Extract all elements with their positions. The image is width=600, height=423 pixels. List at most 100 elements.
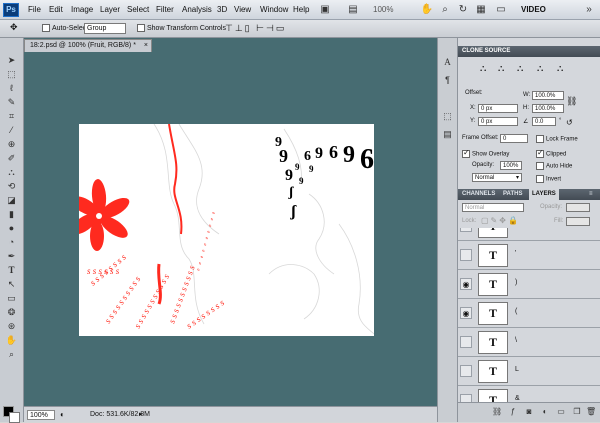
move-tool-icon[interactable]: ✥ xyxy=(10,22,18,33)
height-scale-field[interactable]: 100.0% xyxy=(532,104,564,113)
show-transform-checkbox[interactable] xyxy=(137,24,145,32)
overlay-opacity-field[interactable]: 100% xyxy=(500,161,522,170)
eraser-tool-icon[interactable]: ◪ xyxy=(3,194,20,206)
zoom-icon[interactable]: ⌕ xyxy=(438,3,452,16)
menu-edit[interactable]: Edit xyxy=(49,5,63,14)
clone-source-slot-1-icon[interactable]: ⛬ xyxy=(480,63,486,74)
hand-icon[interactable]: ✋ xyxy=(420,3,434,16)
menu-expand-icon[interactable]: » xyxy=(582,3,596,16)
visibility-toggle[interactable]: ◉ xyxy=(460,307,472,319)
background-color-swatch[interactable] xyxy=(9,412,20,423)
show-overlay-option[interactable]: Show Overlay xyxy=(462,148,509,158)
show-overlay-checkbox[interactable] xyxy=(462,148,470,158)
adjustment-layer-icon[interactable]: ◐ xyxy=(540,407,550,417)
new-group-icon[interactable]: ▭ xyxy=(556,407,566,417)
clipped-option[interactable]: Clipped xyxy=(536,148,566,158)
offset-y-field[interactable]: 0 px xyxy=(478,117,518,126)
bridge-icon[interactable]: ▣ xyxy=(318,3,332,16)
rotate-view-icon[interactable]: ↻ xyxy=(456,3,470,16)
type-tool-icon[interactable]: T xyxy=(3,264,20,276)
zoom-tool-icon[interactable]: ⌕ xyxy=(3,348,20,360)
menu-filter[interactable]: Filter xyxy=(156,5,174,14)
lock-frame-option[interactable]: Lock Frame xyxy=(536,135,578,143)
visibility-toggle[interactable] xyxy=(460,365,472,377)
offset-x-field[interactable]: 0 px xyxy=(478,104,518,113)
brush-tool-icon[interactable]: ✐ xyxy=(3,152,20,164)
arrange-documents-icon[interactable]: ▦ xyxy=(474,3,488,16)
angle-field[interactable]: 0.0 xyxy=(532,117,556,126)
width-scale-field[interactable]: 100.0% xyxy=(532,91,564,100)
layer-row[interactable]: T ' xyxy=(458,241,600,270)
paragraph-panel-icon[interactable]: ¶ xyxy=(441,74,454,87)
delete-layer-icon[interactable]: 🗑 xyxy=(586,407,596,417)
dodge-tool-icon[interactable]: ◔ xyxy=(3,236,20,248)
clone-source-slot-2-icon[interactable]: ⛬ xyxy=(498,63,504,74)
tab-layers[interactable]: LAYERS xyxy=(529,189,559,200)
path-select-icon[interactable]: ↖ xyxy=(3,278,20,290)
tool-presets-icon[interactable]: ⬚ xyxy=(441,110,454,123)
layer-row[interactable]: T xyxy=(458,228,600,241)
history-brush-icon[interactable]: ⟲ xyxy=(3,180,20,192)
layer-row[interactable]: T \ xyxy=(458,328,600,357)
menu-help[interactable]: Help xyxy=(293,5,309,14)
brushes-panel-icon[interactable]: ▤ xyxy=(441,128,454,141)
extras-icon[interactable]: ▤ xyxy=(346,3,360,16)
visibility-toggle[interactable]: ◉ xyxy=(460,278,472,290)
layer-row[interactable]: ◉ T ) xyxy=(458,270,600,299)
visibility-toggle[interactable] xyxy=(460,394,472,402)
layer-mask-icon[interactable]: ◙ xyxy=(524,407,534,417)
move-tool-icon[interactable]: ➤ xyxy=(3,54,20,66)
clone-source-header[interactable]: CLONE SOURCE xyxy=(458,46,600,57)
visibility-toggle[interactable] xyxy=(460,249,472,261)
quick-select-tool-icon[interactable]: ✎ xyxy=(3,96,20,108)
auto-hide-checkbox[interactable] xyxy=(536,162,544,170)
blur-tool-icon[interactable]: ● xyxy=(3,222,20,234)
link-icon[interactable]: ⛓ xyxy=(566,96,577,107)
zoom-field[interactable]: 100% xyxy=(27,410,55,420)
document-tab[interactable]: 18:2.psd @ 100% (Fruit, RGB/8) * × xyxy=(24,39,152,52)
status-menu-arrow-icon[interactable]: ▸ xyxy=(139,410,143,420)
panel-menu-icon[interactable]: ≡ xyxy=(589,189,593,200)
clone-source-slot-4-icon[interactable]: ⛬ xyxy=(537,63,543,74)
visibility-toggle[interactable] xyxy=(460,228,472,232)
tab-channels[interactable]: CHANNELS xyxy=(462,189,495,200)
auto-select-option[interactable]: Auto-Select: xyxy=(42,24,90,32)
link-layers-icon[interactable]: ⛓ xyxy=(492,407,502,417)
healing-brush-icon[interactable]: ⊕ xyxy=(3,138,20,150)
clone-stamp-icon[interactable]: ⛬ xyxy=(3,166,20,178)
shape-tool-icon[interactable]: ▭ xyxy=(3,292,20,304)
marquee-tool-icon[interactable]: ⬚ xyxy=(3,68,20,80)
menu-image[interactable]: Image xyxy=(71,5,93,14)
character-panel-icon[interactable]: A xyxy=(441,56,454,69)
invert-option[interactable]: Invert xyxy=(536,175,561,183)
3d-orbit-icon[interactable]: ⊛ xyxy=(3,320,20,332)
menu-file[interactable]: File xyxy=(28,5,41,14)
zoom-level-select[interactable]: 100% xyxy=(373,5,393,14)
menu-view[interactable]: View xyxy=(234,5,251,14)
3d-rotate-icon[interactable]: ❂ xyxy=(3,306,20,318)
close-tab-icon[interactable]: × xyxy=(144,40,148,52)
auto-hide-option[interactable]: Auto Hide xyxy=(536,162,572,170)
menu-window[interactable]: Window xyxy=(260,5,288,14)
eyedropper-tool-icon[interactable]: ⁄ xyxy=(3,124,20,136)
clipped-checkbox[interactable] xyxy=(536,148,544,158)
layer-opacity-field[interactable] xyxy=(566,203,590,212)
screen-mode-icon[interactable]: ▭ xyxy=(494,3,508,16)
menu-3d[interactable]: 3D xyxy=(217,5,227,14)
layer-fill-field[interactable] xyxy=(566,217,590,226)
tab-paths[interactable]: PATHS xyxy=(503,189,522,200)
layer-style-icon[interactable]: ƒ xyxy=(508,407,518,417)
image-canvas[interactable]: s s s s s s s s s s s s s s s s s s s s … xyxy=(79,124,374,336)
menu-layer[interactable]: Layer xyxy=(100,5,120,14)
auto-select-dropdown[interactable]: Group xyxy=(84,23,126,34)
layer-row[interactable]: ◉ T ( xyxy=(458,299,600,328)
clone-source-slot-5-icon[interactable]: ⛬ xyxy=(557,63,563,74)
menu-select[interactable]: Select xyxy=(127,5,149,14)
crop-tool-icon[interactable]: ⌗ xyxy=(3,110,20,122)
blend-mode-select[interactable]: Normal xyxy=(462,203,524,212)
layer-row[interactable]: T & xyxy=(458,386,600,402)
lock-icons[interactable]: ▢✎✥🔒 xyxy=(481,216,520,225)
status-icon[interactable]: ◐ xyxy=(60,410,65,420)
invert-checkbox[interactable] xyxy=(536,175,544,183)
layer-row[interactable]: T L xyxy=(458,357,600,386)
